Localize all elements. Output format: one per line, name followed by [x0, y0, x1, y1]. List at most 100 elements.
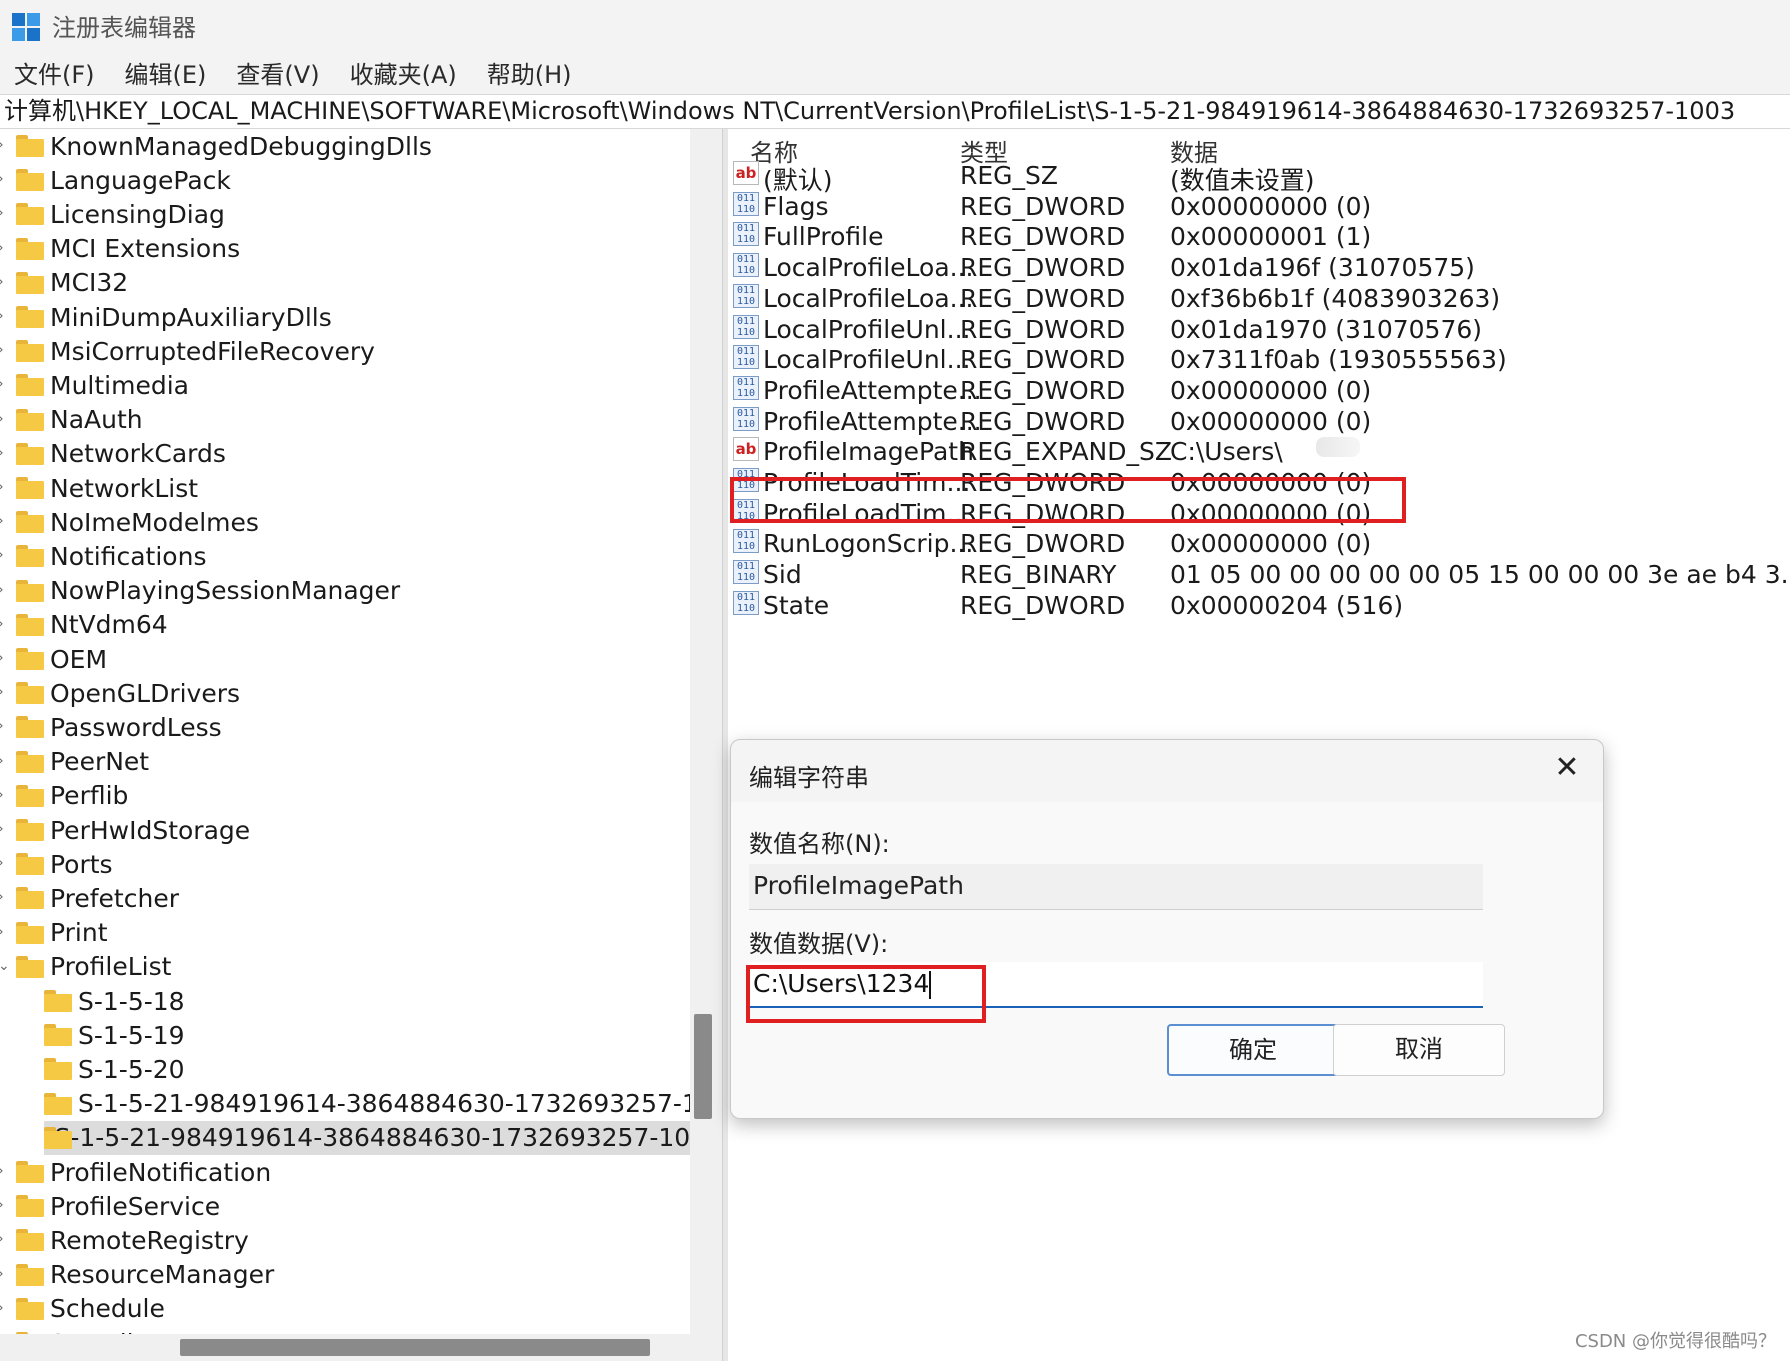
tree-item[interactable]: › Schedule: [0, 1292, 165, 1326]
tree-item[interactable]: › NtVdm64: [0, 608, 168, 642]
tree-vscroll-thumb[interactable]: [694, 1014, 712, 1119]
chevron-right-icon[interactable]: ›: [0, 479, 10, 495]
tree-item[interactable]: › MsiCorruptedFileRecovery: [0, 334, 375, 368]
value-row[interactable]: 011 110 State REG_DWORD 0x00000204 (516): [728, 589, 1790, 623]
tree-item[interactable]: › Notifications: [0, 539, 206, 573]
value-row[interactable]: 011 110 Flags REG_DWORD 0x00000000 (0): [728, 190, 1790, 224]
chevron-right-icon[interactable]: ›: [0, 650, 10, 666]
value-type: REG_DWORD: [960, 406, 1126, 436]
value-row[interactable]: 011 110 ProfileAttempte... REG_DWORD 0x0000…: [728, 405, 1790, 439]
tree-item[interactable]: ›SecEdit: [16, 1326, 143, 1334]
tree-item[interactable]: › MCI32: [0, 266, 129, 300]
tree-item[interactable]: › NetworkList: [0, 471, 198, 505]
tree-item[interactable]: › MCI Extensions: [0, 232, 240, 266]
tree-item[interactable]: › PeerNet: [0, 745, 149, 779]
chevron-right-icon[interactable]: ›: [0, 205, 10, 221]
chevron-right-icon[interactable]: ›: [0, 889, 10, 905]
close-icon[interactable]: ✕: [1547, 748, 1587, 788]
chevron-right-icon[interactable]: ›: [0, 684, 10, 700]
chevron-right-icon[interactable]: ›: [0, 924, 10, 940]
value-row[interactable]: ab (默认) REG_SZ (数值未设置): [728, 159, 1790, 195]
tree-item[interactable]: › NowPlayingSessionManager: [0, 574, 400, 608]
tree-item[interactable]: › ProfileNotification: [0, 1155, 271, 1189]
chevron-right-icon[interactable]: ›: [0, 513, 10, 529]
value-data: 0x01da196f (31070575): [1170, 253, 1475, 283]
tree-item[interactable]: › Prefetcher: [0, 881, 179, 915]
chevron-right-icon[interactable]: ›: [0, 308, 10, 324]
chevron-right-icon[interactable]: ›: [0, 547, 10, 563]
tree-item[interactable]: › PerHwIdStorage: [0, 813, 250, 847]
chevron-right-icon[interactable]: ›: [0, 342, 10, 358]
tree-horizontal-scrollbar[interactable]: [0, 1334, 722, 1361]
tree-item-child[interactable]: S-1-5-21-984919614-3864884630-1732693257…: [44, 1120, 690, 1155]
tree-item-label: LicensingDiag: [50, 199, 225, 229]
value-data: C:\Users\: [1170, 437, 1283, 467]
menu-favorites[interactable]: 收藏夹(A): [350, 55, 457, 90]
cancel-button[interactable]: 取消: [1333, 1024, 1505, 1076]
menu-file[interactable]: 文件(F): [14, 55, 95, 90]
chevron-right-icon[interactable]: ›: [0, 855, 10, 871]
tree-item[interactable]: › OpenGLDrivers: [0, 676, 240, 710]
tree-item[interactable]: › RemoteRegistry: [0, 1223, 249, 1257]
tree-item[interactable]: › NaAuth: [0, 403, 143, 437]
value-row[interactable]: 011 110 LocalProfileLoa... REG_DWORD 0xf36b…: [728, 282, 1790, 316]
key-tree[interactable]: ›KnownManagedDebuggingDlls›LanguagePack›…: [0, 129, 690, 1334]
chevron-right-icon[interactable]: ›: [0, 616, 10, 632]
chevron-right-icon[interactable]: ›: [0, 1163, 10, 1179]
chevron-right-icon[interactable]: ›: [0, 376, 10, 392]
value-row[interactable]: 011 110 LocalProfileUnl... REG_DWORD 0x01da…: [728, 313, 1790, 347]
chevron-right-icon[interactable]: ›: [0, 582, 10, 598]
tree-item[interactable]: › Perflib: [0, 779, 128, 813]
chevron-right-icon[interactable]: ›: [0, 1231, 10, 1247]
tree-item-child[interactable]: S-1-5-18: [44, 984, 185, 1018]
tree-item[interactable]: › LicensingDiag: [0, 197, 225, 231]
address-bar[interactable]: 计算机\HKEY_LOCAL_MACHINE\SOFTWARE\Microsof…: [0, 94, 1790, 129]
chevron-right-icon[interactable]: ›: [0, 753, 10, 769]
tree-item-child[interactable]: S-1-5-20: [44, 1052, 185, 1086]
chevron-right-icon[interactable]: ›: [0, 445, 10, 461]
chevron-right-icon[interactable]: ›: [0, 137, 10, 153]
chevron-right-icon[interactable]: ›: [0, 171, 10, 187]
chevron-right-icon[interactable]: ›: [0, 1300, 10, 1316]
chevron-right-icon[interactable]: ›: [0, 821, 10, 837]
tree-item[interactable]: › NoImeModelmes: [0, 505, 259, 539]
tree-item[interactable]: › Ports: [0, 847, 113, 881]
tree-item[interactable]: ⌄ ProfileList: [0, 950, 171, 984]
tree-item-child[interactable]: S-1-5-19: [44, 1018, 185, 1052]
tree-item[interactable]: › KnownManagedDebuggingDlls: [0, 129, 432, 163]
chevron-down-icon[interactable]: ⌄: [0, 958, 10, 974]
tree-item[interactable]: › OEM: [0, 642, 107, 676]
tree-item[interactable]: › Print: [0, 916, 108, 950]
tree-item[interactable]: › NetworkCards: [0, 437, 226, 471]
tree-item[interactable]: › ResourceManager: [0, 1258, 274, 1292]
tree-item-child[interactable]: S-1-5-21-984919614-3864884630-1732693257…: [44, 1087, 690, 1121]
value-row[interactable]: 011 110 LocalProfileLoa... REG_DWORD 0x01da…: [728, 251, 1790, 285]
value-row[interactable]: 011 110 Sid REG_BINARY 01 05 00 00 00 00 00…: [728, 558, 1790, 592]
tree-item[interactable]: › PasswordLess: [0, 710, 222, 744]
value-row[interactable]: 011 110 RunLogonScrip... REG_DWORD 0x000000…: [728, 527, 1790, 561]
menu-help[interactable]: 帮助(H): [487, 55, 572, 90]
value-row[interactable]: 011 110 ProfileAttempte... REG_DWORD 0x0000…: [728, 374, 1790, 408]
value-type: REG_EXPAND_SZ: [960, 437, 1172, 467]
chevron-right-icon[interactable]: ›: [0, 274, 10, 290]
chevron-right-icon[interactable]: ›: [0, 718, 10, 734]
value-name-field[interactable]: ProfileImagePath: [749, 864, 1483, 910]
tree-vertical-scrollbar[interactable]: [690, 129, 722, 1334]
chevron-right-icon[interactable]: ›: [0, 1266, 10, 1282]
tree-hscroll-thumb[interactable]: [180, 1339, 650, 1356]
ok-button[interactable]: 确定: [1167, 1024, 1339, 1076]
value-row[interactable]: ab ProfileImagePath REG_EXPAND_SZ C:\Users\: [728, 435, 1790, 469]
tree-item[interactable]: › MiniDumpAuxiliaryDlls: [0, 300, 332, 334]
tree-item[interactable]: › Multimedia: [0, 368, 189, 402]
menu-view[interactable]: 查看(V): [236, 55, 319, 90]
tree-item[interactable]: › ProfileService: [0, 1189, 220, 1223]
chevron-right-icon[interactable]: ›: [0, 1197, 10, 1213]
chevron-right-icon[interactable]: ›: [0, 411, 10, 427]
value-row[interactable]: 011 110 FullProfile REG_DWORD 0x00000001 (1…: [728, 220, 1790, 254]
tree-item-label: MCI32: [50, 268, 129, 298]
chevron-right-icon[interactable]: ›: [0, 240, 10, 256]
chevron-right-icon[interactable]: ›: [0, 787, 10, 803]
menu-edit[interactable]: 编辑(E): [125, 55, 207, 90]
value-row[interactable]: 011 110 LocalProfileUnl... REG_DWORD 0x7311…: [728, 343, 1790, 377]
tree-item[interactable]: › LanguagePack: [0, 163, 231, 197]
